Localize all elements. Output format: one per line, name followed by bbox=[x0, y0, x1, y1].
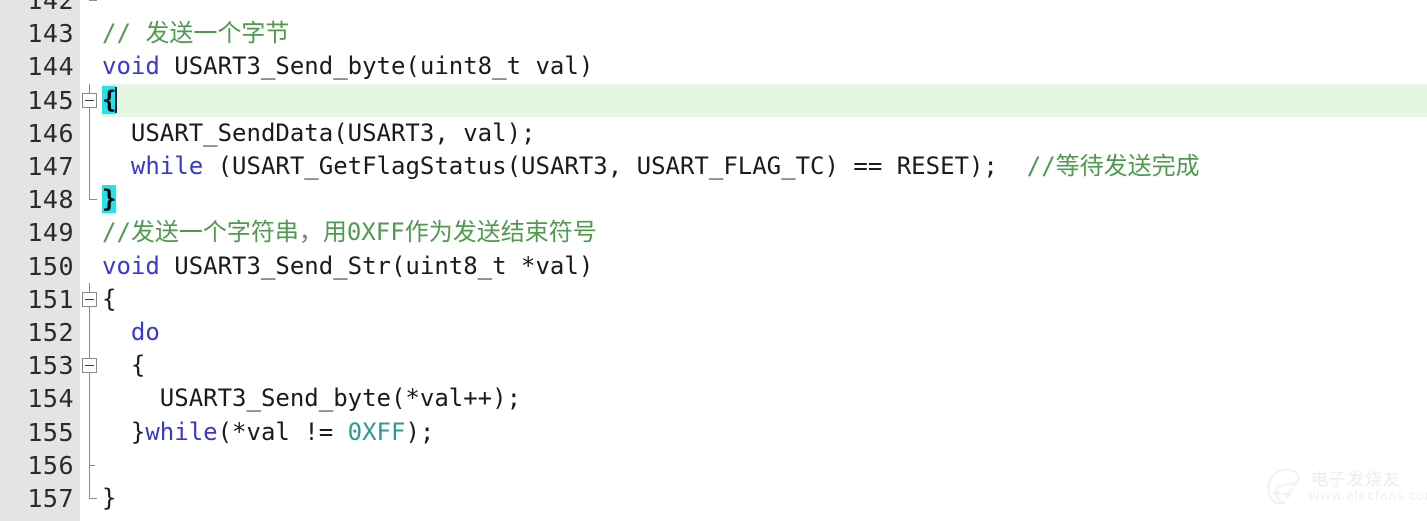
token-brace-hl: } bbox=[102, 185, 117, 214]
line-number: 145 bbox=[27, 85, 74, 115]
token-plain: { bbox=[102, 284, 117, 313]
line-number: 156 bbox=[27, 450, 74, 480]
code-text[interactable]: { bbox=[102, 349, 145, 382]
token-plain: { bbox=[102, 351, 146, 380]
code-line-147[interactable]: 147 while (USART_GetFlagStatus(USART3, U… bbox=[0, 150, 1427, 184]
token-kw: void bbox=[102, 52, 160, 81]
line-number: 143 bbox=[27, 19, 74, 49]
line-number: 147 bbox=[27, 152, 74, 181]
code-text[interactable]: void USART3_Send_Str(uint8_t *val) bbox=[102, 250, 593, 283]
fold-region-end-icon bbox=[80, 0, 102, 17]
token-kw: while bbox=[145, 417, 218, 446]
fold-empty bbox=[80, 216, 102, 249]
code-text[interactable]: } bbox=[102, 482, 116, 515]
code-line-154[interactable]: 154 USART3_Send_byte(*val++); bbox=[0, 382, 1427, 416]
token-plain: (USART_GetFlagStatus(USART3, USART_FLAG_… bbox=[203, 152, 1027, 180]
line-number: 148 bbox=[27, 185, 74, 215]
line-number: 149 bbox=[27, 218, 74, 248]
code-line-144[interactable]: 144 void USART3_Send_byte(uint8_t val) bbox=[0, 50, 1427, 83]
code-line-152[interactable]: 152 do bbox=[0, 316, 1427, 350]
code-text[interactable]: // 发送一个字节 bbox=[102, 17, 289, 50]
fold-guide-line-icon bbox=[80, 116, 102, 150]
token-kw: do bbox=[130, 318, 160, 346]
line-number: 152 bbox=[27, 318, 74, 347]
code-text[interactable]: { bbox=[102, 283, 116, 316]
line-number: 150 bbox=[27, 251, 74, 281]
fold-guide-line-icon bbox=[80, 382, 102, 416]
code-text[interactable]: USART3_Send_byte(*val++); bbox=[102, 382, 521, 415]
code-text[interactable]: do bbox=[102, 316, 160, 349]
line-number: 153 bbox=[27, 351, 74, 381]
token-kw: while bbox=[130, 152, 204, 180]
code-line-143[interactable]: 143 // 发送一个字节 bbox=[0, 17, 1427, 50]
token-plain: } bbox=[102, 484, 117, 512]
fold-guide-line-icon bbox=[80, 150, 102, 184]
token-cmt: // 发送一个字节 bbox=[102, 19, 290, 48]
code-line-142[interactable]: 142 bbox=[0, 0, 1427, 17]
code-text[interactable]: while (USART_GetFlagStatus(USART3, USART… bbox=[102, 150, 1200, 183]
code-text[interactable]: void USART3_Send_byte(uint8_t val) bbox=[102, 50, 593, 83]
token-kw: void bbox=[102, 251, 160, 280]
fold-guide-line-icon bbox=[80, 316, 102, 350]
code-line-146[interactable]: 146 USART_SendData(USART3, val); bbox=[0, 116, 1427, 150]
fold-region-end-icon bbox=[80, 183, 102, 216]
code-text[interactable]: { bbox=[102, 83, 118, 117]
fold-toggle-collapse-icon[interactable] bbox=[80, 349, 102, 383]
token-brace-hl: { bbox=[102, 85, 117, 114]
text-caret bbox=[115, 86, 118, 113]
code-line-149[interactable]: 149 //发送一个字符串，用0XFF作为发送结束符号 bbox=[0, 216, 1427, 249]
fold-region-end-icon bbox=[80, 482, 102, 515]
token-plain: USART_SendData(USART3, val); bbox=[102, 118, 536, 147]
token-plain: } bbox=[102, 417, 146, 446]
line-number: 151 bbox=[27, 284, 74, 314]
line-number: 155 bbox=[27, 417, 74, 447]
code-line-153[interactable]: 153 { bbox=[0, 349, 1427, 383]
token-cmt: //等待发送完成 bbox=[1026, 152, 1200, 180]
fold-toggle-collapse-icon[interactable] bbox=[80, 282, 102, 316]
fold-guide-tick-icon bbox=[80, 448, 102, 482]
token-plain: USART3_Send_byte(uint8_t val) bbox=[159, 52, 594, 81]
code-text[interactable]: //发送一个字符串，用0XFF作为发送结束符号 bbox=[102, 216, 597, 249]
current-line-highlight bbox=[102, 83, 1427, 117]
token-plain: USART3_Send_Str(uint8_t *val) bbox=[159, 251, 594, 280]
code-line-155[interactable]: 155 }while(*val != 0XFF); bbox=[0, 415, 1427, 449]
code-line-157[interactable]: 157} bbox=[0, 482, 1427, 515]
line-number: 142 bbox=[27, 0, 74, 15]
token-plain: USART3_Send_byte(*val++); bbox=[102, 384, 522, 413]
code-line-145[interactable]: 145 { bbox=[0, 83, 1427, 117]
line-number: 144 bbox=[27, 52, 74, 82]
code-editor[interactable]: 142 143 // 发送一个字节 144 void USART3_Send_byte(… bbox=[0, 0, 1427, 521]
line-number: 157 bbox=[27, 484, 74, 513]
fold-empty bbox=[80, 50, 102, 83]
token-num: 0XFF bbox=[347, 417, 406, 446]
code-line-151[interactable]: 151 { bbox=[0, 282, 1427, 316]
code-line-148[interactable]: 148} bbox=[0, 183, 1427, 216]
code-text[interactable]: } bbox=[102, 183, 117, 216]
code-text[interactable]: }while(*val != 0XFF); bbox=[102, 416, 434, 449]
token-plain: (*val != bbox=[217, 417, 348, 446]
code-line-156[interactable]: 156 bbox=[0, 448, 1427, 482]
line-number: 154 bbox=[27, 384, 74, 414]
fold-guide-line-icon bbox=[80, 415, 102, 449]
fold-empty bbox=[80, 17, 102, 50]
code-line-150[interactable]: 150 void USART3_Send_Str(uint8_t *val) bbox=[0, 250, 1427, 283]
line-number: 146 bbox=[27, 118, 74, 148]
fold-toggle-collapse-icon[interactable] bbox=[80, 83, 102, 117]
code-text[interactable]: USART_SendData(USART3, val); bbox=[102, 117, 536, 150]
token-plain: ); bbox=[405, 417, 435, 446]
fold-empty bbox=[80, 250, 102, 283]
token-cmt: //发送一个字符串，用0XFF作为发送结束符号 bbox=[102, 218, 597, 247]
